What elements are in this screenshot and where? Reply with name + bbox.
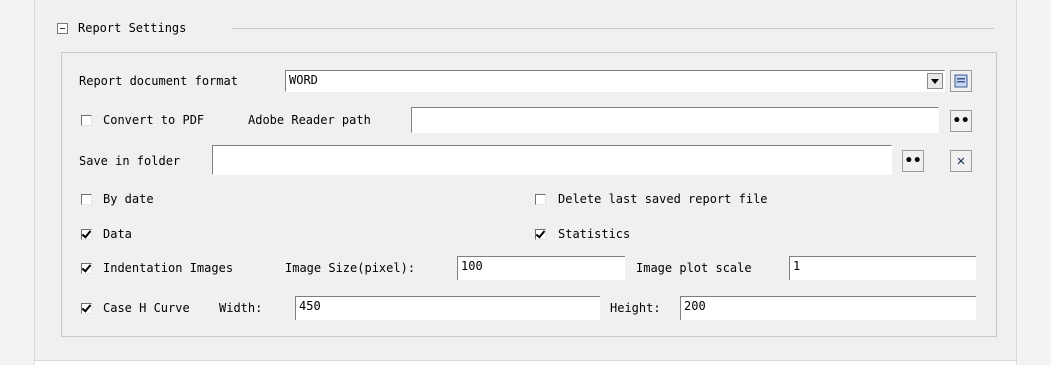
delete-last-label: Delete last saved report file (558, 192, 768, 206)
report-settings-group-header[interactable]: Report Settings (57, 19, 186, 37)
delete-last-checkbox[interactable] (535, 194, 546, 205)
data-label: Data (103, 227, 132, 241)
plot-scale-input[interactable]: 1 (789, 256, 976, 280)
format-label: Report document format (79, 74, 238, 88)
convert-pdf-checkbox[interactable] (81, 115, 92, 126)
save-folder-input[interactable] (212, 145, 892, 175)
width-label: Width: (219, 301, 263, 315)
close-icon: ✕ (956, 153, 966, 169)
statistics-label: Statistics (558, 227, 631, 241)
left-margin (0, 0, 35, 365)
group-title: Report Settings (78, 21, 187, 35)
statistics-checkbox[interactable] (535, 229, 546, 240)
ellipsis-icon: •• (952, 113, 970, 129)
format-select[interactable]: WORD (285, 70, 945, 92)
reader-path-input[interactable] (411, 107, 939, 133)
width-input[interactable]: 450 (295, 296, 600, 320)
format-dropdown-arrow[interactable] (927, 73, 943, 89)
reader-path-browse-button[interactable]: •• (950, 110, 972, 132)
height-label: Height: (610, 301, 661, 315)
collapse-icon[interactable] (57, 22, 68, 34)
data-checkbox[interactable] (81, 229, 92, 240)
by-date-checkbox[interactable] (81, 194, 92, 205)
save-folder-browse-button[interactable]: •• (902, 150, 924, 172)
ellipsis-icon: •• (904, 153, 922, 169)
format-value: WORD (289, 73, 318, 87)
image-size-input[interactable]: 100 (457, 256, 625, 280)
plot-scale-label: Image plot scale (636, 261, 752, 275)
indentation-label: Indentation Images (103, 261, 234, 275)
case-h-curve-checkbox[interactable] (81, 303, 92, 314)
settings-box (61, 52, 997, 337)
save-folder-label: Save in folder (79, 154, 181, 168)
right-margin (1016, 0, 1051, 365)
by-date-label: By date (103, 192, 154, 206)
format-settings-button[interactable] (950, 70, 972, 92)
indentation-checkbox[interactable] (81, 263, 92, 274)
group-divider (232, 28, 994, 29)
image-size-label: Image Size(pixel): (285, 261, 416, 275)
convert-pdf-label: Convert to PDF (103, 113, 205, 127)
height-input[interactable]: 200 (680, 296, 976, 320)
reader-path-label: Adobe Reader path (248, 113, 371, 127)
clear-folder-button[interactable]: ✕ (950, 150, 972, 172)
document-icon (954, 74, 968, 88)
case-h-curve-label: Case H Curve (103, 301, 190, 315)
